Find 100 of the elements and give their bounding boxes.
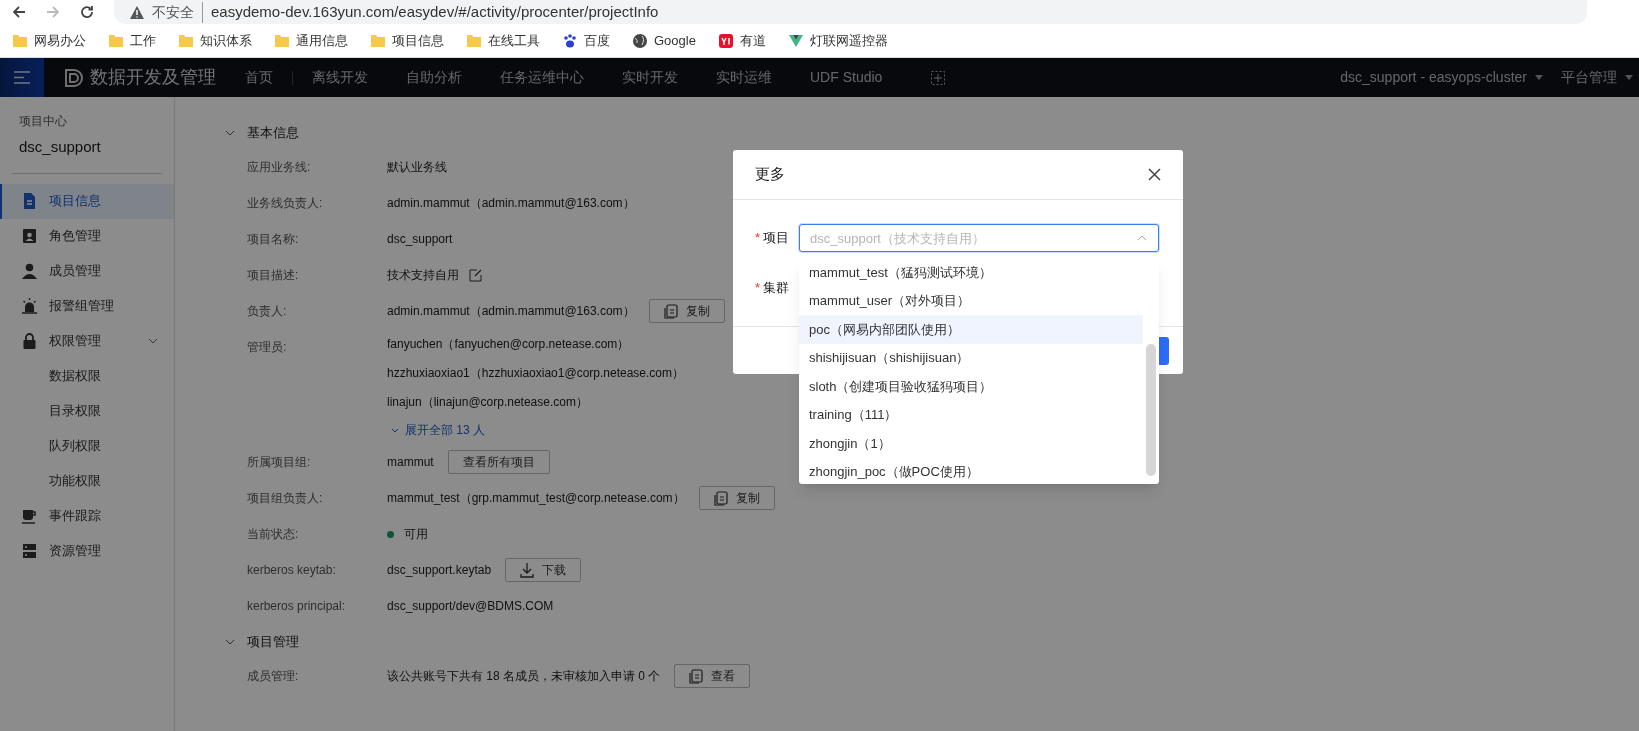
dropdown-option[interactable]: zhongjin_poc（做POC使用） bbox=[799, 457, 1143, 484]
field-value: fanyuchen（fanyuchen@corp.netease.com） bbox=[387, 335, 630, 353]
bookmark[interactable]: 网易办公 bbox=[12, 30, 86, 51]
platform-menu[interactable]: 平台管理 bbox=[1561, 67, 1633, 88]
modal-title: 更多 bbox=[755, 164, 785, 185]
dropdown-option[interactable]: sloth（创建项目验收猛犸项目） bbox=[799, 372, 1143, 401]
action-button[interactable]: 复制 bbox=[698, 486, 775, 510]
bookmark[interactable]: 在线工具 bbox=[466, 30, 540, 51]
bookmark[interactable]: 通用信息 bbox=[274, 30, 348, 51]
field-label: 当前状态: bbox=[247, 526, 300, 543]
field-label: kerberos principal: bbox=[247, 598, 347, 615]
menu-icon bbox=[14, 71, 30, 84]
folder-icon bbox=[108, 32, 124, 49]
action-button[interactable]: 下载 bbox=[505, 558, 582, 582]
field-value: dsc_support bbox=[387, 231, 453, 248]
field-label: 负责人: bbox=[247, 303, 288, 320]
security-label: 不安全 bbox=[152, 1, 203, 23]
youdao-icon bbox=[717, 32, 734, 49]
chevron-icon bbox=[391, 427, 399, 433]
chevron-icon bbox=[1137, 235, 1147, 241]
field-value: admin.mammut（admin.mammut@163.com） bbox=[387, 195, 635, 212]
action-button[interactable]: 查看 bbox=[674, 664, 751, 688]
nav-link[interactable]: 离线开发 bbox=[293, 67, 387, 88]
nav-link[interactable]: 首页 bbox=[226, 67, 292, 88]
reload-icon[interactable] bbox=[80, 5, 94, 19]
expand-link[interactable]: 展开全部 13 人 bbox=[387, 416, 684, 444]
server-icon bbox=[22, 543, 37, 559]
field-value: 该公共账号下共有 18 名成员，未审核加入申请 0 个 bbox=[387, 668, 661, 685]
sidebar-item[interactable]: 资源管理 bbox=[0, 533, 174, 569]
nav-link[interactable]: 实时运维 bbox=[697, 67, 791, 88]
chevron-icon[interactable] bbox=[225, 130, 235, 136]
field-label: 成员管理: bbox=[247, 668, 300, 685]
field-label-text: 项目 bbox=[763, 229, 790, 248]
field-value: linajun（linajun@corp.netease.com） bbox=[387, 393, 588, 411]
logo-icon bbox=[64, 67, 86, 88]
nav-link[interactable]: 实时开发 bbox=[603, 67, 697, 88]
nav-link[interactable]: UDF Studio bbox=[791, 67, 902, 88]
field-label-text: 集群 bbox=[763, 279, 790, 298]
sidebar-item[interactable]: 数据权限 bbox=[0, 358, 174, 394]
dropdown-option[interactable]: mammut_test（猛犸测试环境） bbox=[799, 258, 1143, 287]
dropdown-option[interactable]: zhongjin（1） bbox=[799, 429, 1143, 458]
field-label: kerberos keytab: bbox=[247, 562, 337, 579]
chevron-icon[interactable] bbox=[225, 639, 235, 645]
alarm-light-icon bbox=[22, 298, 37, 314]
bookmark[interactable]: 有道 bbox=[717, 30, 766, 51]
download-icon bbox=[520, 562, 535, 578]
document-icon bbox=[22, 193, 37, 209]
bookmark[interactable]: 百度 bbox=[562, 30, 610, 51]
field-value: dsc_support.keytab bbox=[387, 562, 492, 579]
sidebar-item[interactable]: 项目信息 bbox=[0, 183, 174, 219]
field-value: admin.mammut（admin.mammut@163.com） bbox=[387, 303, 635, 320]
url-text: easydemo-dev.163yun.com/easydev/#/activity/procenter/projectInfo bbox=[211, 1, 659, 22]
fullscreen-icon[interactable] bbox=[931, 70, 946, 85]
action-button[interactable]: 查看所有项目 bbox=[447, 450, 550, 474]
action-button[interactable]: 复制 bbox=[648, 299, 725, 323]
bookmark[interactable]: 知识体系 bbox=[178, 30, 252, 51]
scrollbar[interactable] bbox=[1146, 344, 1156, 476]
bookmark[interactable]: 灯联网遥控器 bbox=[787, 30, 888, 51]
edit-icon[interactable] bbox=[469, 268, 482, 282]
copy-icon bbox=[663, 303, 678, 319]
nav-link[interactable]: 自助分析 bbox=[387, 67, 481, 88]
sidebar-item[interactable]: 目录权限 bbox=[0, 393, 174, 429]
v-logo-icon bbox=[787, 32, 804, 49]
bookmark[interactable]: Google bbox=[632, 30, 696, 51]
sidebar-item[interactable]: 事件跟踪 bbox=[0, 498, 174, 534]
sidebar-item[interactable]: 权限管理 bbox=[0, 323, 174, 359]
sidebar-item[interactable]: 报警组管理 bbox=[0, 288, 174, 324]
field-label: 应用业务线: bbox=[247, 159, 312, 176]
menu-button[interactable] bbox=[0, 58, 44, 97]
dropdown-option[interactable]: training（111） bbox=[799, 400, 1143, 429]
field-value: dsc_support/dev@BDMS.COM bbox=[387, 598, 554, 615]
back-icon[interactable] bbox=[12, 5, 26, 19]
nav-link[interactable]: 任务运维中心 bbox=[481, 67, 603, 88]
lock-icon bbox=[22, 333, 37, 349]
folder-icon bbox=[274, 32, 290, 49]
section-title: 基本信息 bbox=[247, 124, 299, 143]
bookmark[interactable]: 工作 bbox=[108, 30, 156, 51]
dropdown-option[interactable]: shishijisuan（shishijisuan） bbox=[799, 343, 1143, 372]
field-value: hzzhuxiaoxiao1（hzzhuxiaoxiao1@corp.netease.com） bbox=[387, 364, 684, 382]
field-label: 项目组负责人: bbox=[247, 490, 324, 507]
cluster-dropdown[interactable]: dsc_support - easyops-cluster bbox=[1340, 67, 1543, 88]
field-label: 项目名称: bbox=[247, 231, 300, 248]
dropdown-option[interactable]: poc（网易内部团队使用） bbox=[799, 315, 1143, 344]
field-value: mammut bbox=[387, 454, 434, 471]
project-select[interactable]: dsc_support（技术支持自用） bbox=[799, 224, 1159, 252]
sidebar-item[interactable]: 成员管理 bbox=[0, 253, 174, 289]
dropdown-option[interactable]: mammut_user（对外项目） bbox=[799, 286, 1143, 315]
caret-icon bbox=[1625, 75, 1633, 80]
address-bar[interactable]: 不安全 easydemo-dev.163yun.com/easydev/#/activity/procenter/projectInfo bbox=[114, 0, 1587, 24]
folder-icon bbox=[466, 32, 482, 49]
paw-icon bbox=[562, 32, 578, 49]
sidebar-item[interactable]: 功能权限 bbox=[0, 463, 174, 499]
field-value: 默认业务线 bbox=[387, 159, 447, 176]
copy-icon bbox=[713, 490, 728, 506]
close-icon[interactable] bbox=[1148, 168, 1161, 181]
warning-icon bbox=[130, 5, 144, 19]
field-value: 可用 bbox=[404, 526, 428, 543]
globe-icon bbox=[632, 32, 648, 49]
bookmark[interactable]: 项目信息 bbox=[370, 30, 444, 51]
sidebar-item[interactable]: 队列权限 bbox=[0, 428, 174, 464]
